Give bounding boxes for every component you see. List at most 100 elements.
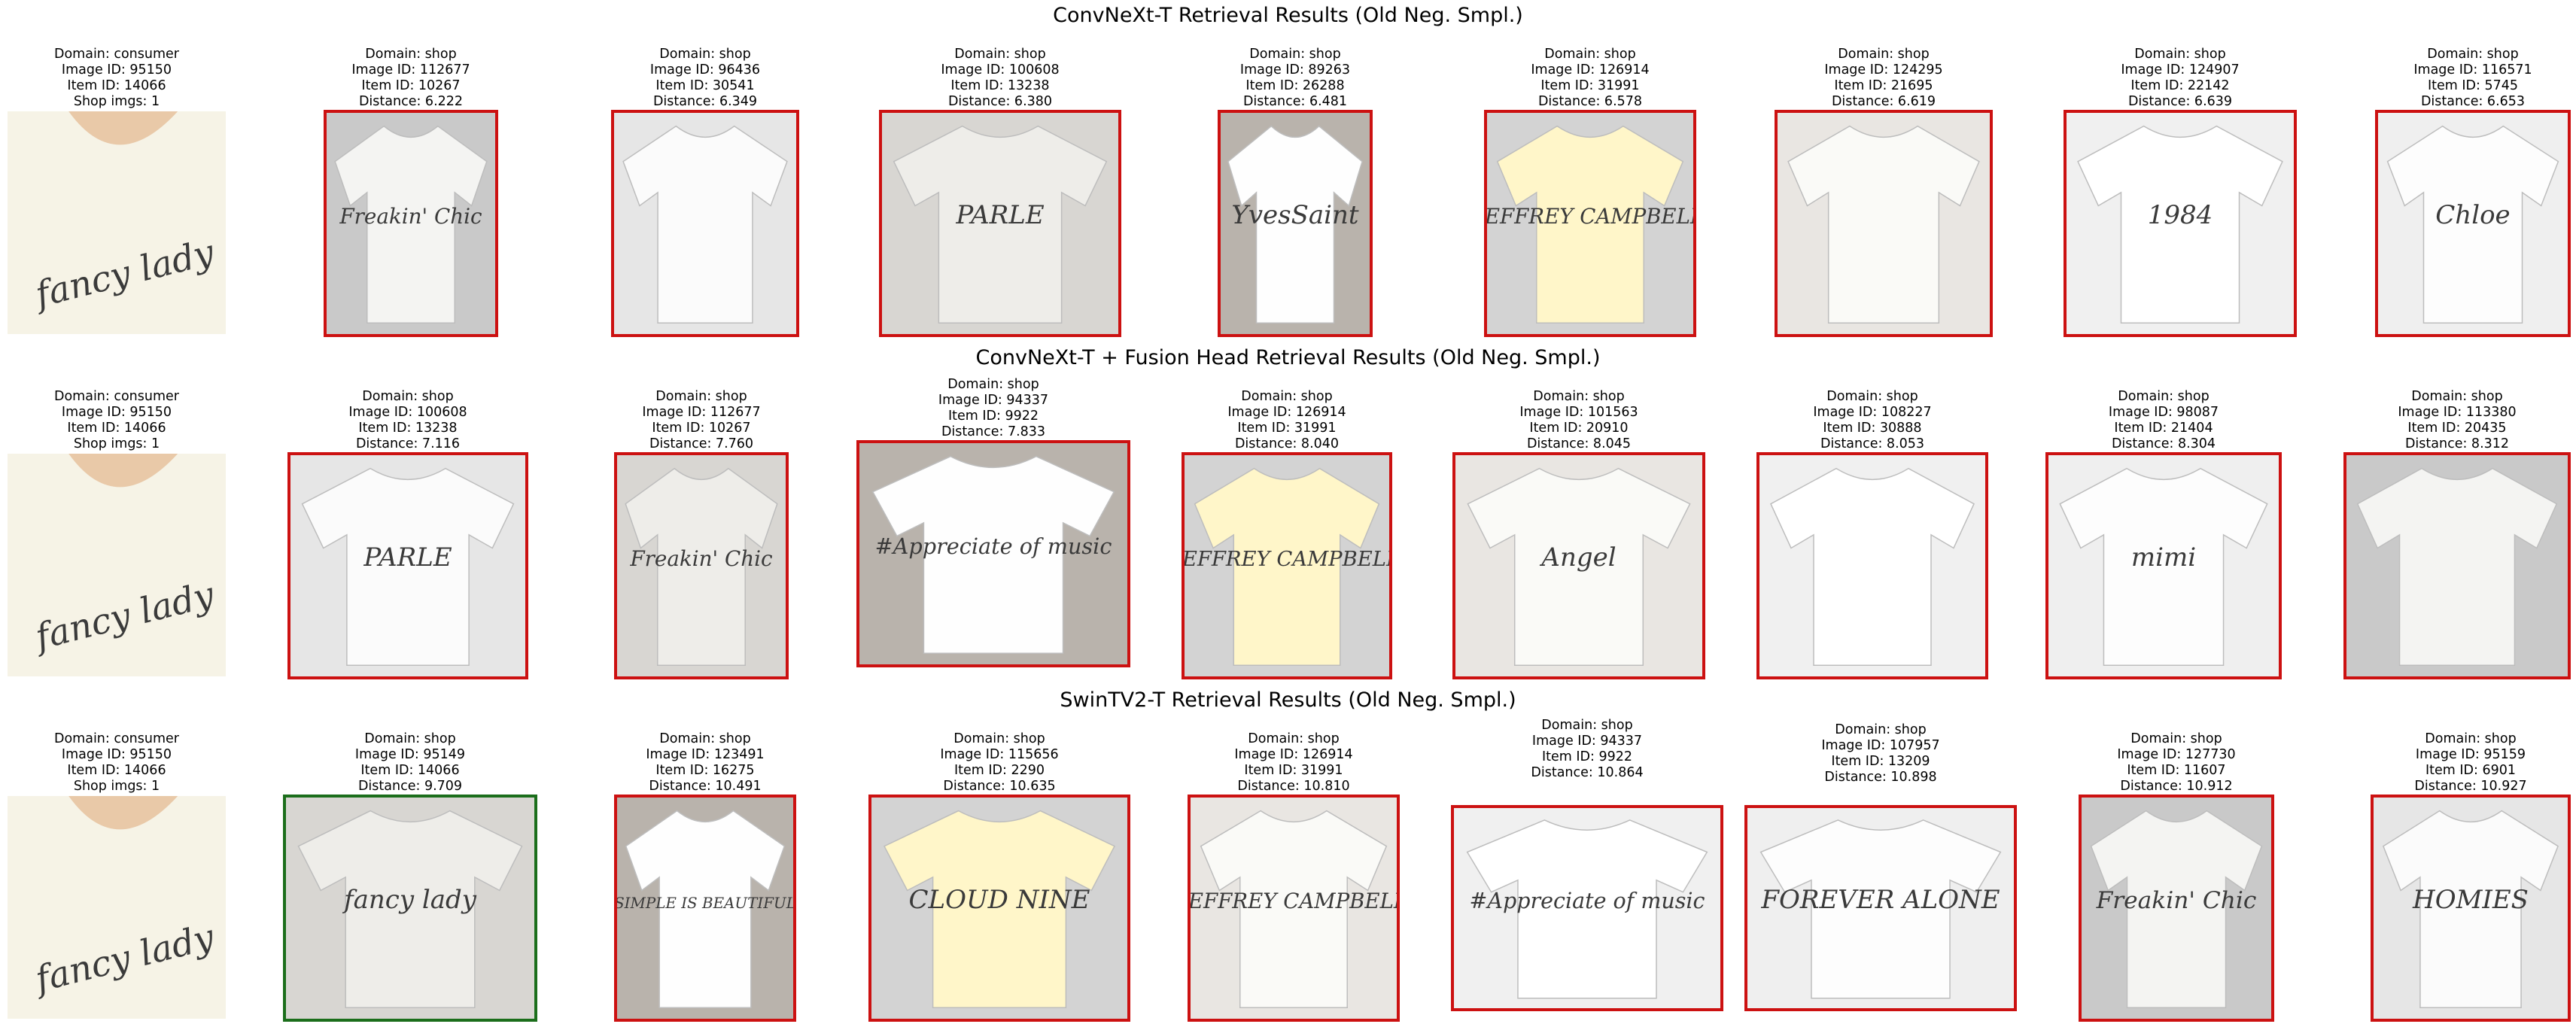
result-caption: Domain: shop Image ID: 94337 Item ID: 99… (1531, 718, 1644, 780)
result-image[interactable]: 1984 (2064, 110, 2297, 337)
photo-graphic: PARLE (882, 113, 1118, 334)
result-caption: Domain: shop Image ID: 124907 Item ID: 2… (2121, 47, 2240, 109)
photo-graphic (1778, 113, 1990, 334)
result-image[interactable]: JEFFREY CAMPBELL (1484, 110, 1696, 337)
result-caption: Domain: shop Image ID: 98087 Item ID: 21… (2108, 389, 2219, 451)
result-caption-cell: Domain: shop Image ID: 124907 Item ID: 2… (2064, 38, 2297, 110)
query-image: fancy lady (8, 111, 226, 334)
result-caption-cell: Domain: shop Image ID: 126914 Item ID: 3… (1182, 380, 1392, 452)
result-caption-cell: Domain: shop Image ID: 94337 Item ID: 99… (1451, 709, 1723, 781)
photo-graphic: SIMPLE IS BEAUTIFUL (617, 798, 793, 1019)
result-image[interactable]: JEFFREY CAMPBELL (1182, 452, 1392, 679)
shirt-print-text: JEFFREY CAMPBELL (1191, 889, 1397, 913)
result-caption-cell: Domain: shop Image ID: 116571 Item ID: 5… (2375, 38, 2571, 110)
photo-graphic: JEFFREY CAMPBELL (1487, 113, 1693, 334)
photo-graphic: YvesSaint (1221, 113, 1370, 334)
result-caption: Domain: shop Image ID: 96436 Item ID: 30… (649, 47, 761, 109)
result-image[interactable]: YvesSaint (1218, 110, 1373, 337)
result-image[interactable] (2343, 452, 2571, 679)
result-image[interactable]: HOMIES (2371, 795, 2571, 1022)
result-image[interactable]: JEFFREY CAMPBELL (1188, 795, 1400, 1022)
result-image[interactable]: CLOUD NINE (868, 795, 1130, 1022)
result-image[interactable]: Chloe (2375, 110, 2571, 337)
photo-graphic: Chloe (2378, 113, 2568, 334)
result-image[interactable]: #Appreciate of music (1451, 805, 1723, 1011)
result-caption: Domain: shop Image ID: 124295 Item ID: 2… (1824, 47, 1943, 109)
result-caption: Domain: shop Image ID: 100608 Item ID: 1… (348, 389, 467, 451)
photo-graphic: PARLE (290, 455, 525, 676)
shirt-print-text: #Appreciate of music (1469, 889, 1705, 913)
result-image[interactable]: Freakin' Chic (324, 110, 498, 337)
photo-graphic: #Appreciate of music (1454, 808, 1720, 1008)
result-caption-cell: Domain: shop Image ID: 113380 Item ID: 2… (2343, 380, 2571, 452)
photo-graphic (1759, 455, 1985, 676)
result-caption: Domain: shop Image ID: 113380 Item ID: 2… (2398, 389, 2517, 451)
photo-graphic: fancy lady (8, 454, 226, 676)
result-caption: Domain: shop Image ID: 126914 Item ID: 3… (1227, 389, 1346, 451)
photo-graphic: Angel (1455, 455, 1702, 676)
row-title: ConvNeXt-T + Fusion Head Retrieval Resul… (975, 346, 1601, 369)
result-image[interactable]: FOREVER ALONE (1744, 805, 2017, 1011)
result-caption: Domain: shop Image ID: 126914 Item ID: 3… (1531, 47, 1650, 109)
photo-graphic: Freakin' Chic (2082, 798, 2271, 1019)
result-image[interactable] (1775, 110, 1993, 337)
shirt-print-text: HOMIES (2412, 885, 2529, 915)
photo-graphic: Freakin' Chic (327, 113, 495, 334)
result-caption-cell: Domain: shop Image ID: 127730 Item ID: 1… (2079, 722, 2274, 795)
photo-graphic: fancy lady (8, 111, 226, 334)
result-caption-cell: Domain: shop Image ID: 112677 Item ID: 1… (324, 38, 498, 110)
row-title: ConvNeXt-T Retrieval Results (Old Neg. S… (1053, 4, 1523, 27)
row-title: SwinTV2-T Retrieval Results (Old Neg. Sm… (1060, 688, 1516, 712)
result-image[interactable]: Freakin' Chic (2079, 795, 2274, 1022)
result-caption-cell: Domain: shop Image ID: 100608 Item ID: 1… (879, 38, 1121, 110)
shirt-print-text: SIMPLE IS BEAUTIFUL (617, 895, 793, 912)
result-image[interactable]: PARLE (287, 452, 528, 679)
photo-graphic: fancy lady (8, 796, 226, 1019)
result-image[interactable]: #Appreciate of music (856, 440, 1130, 667)
photo-graphic: Freakin' Chic (617, 455, 786, 676)
result-caption-cell: Domain: shop Image ID: 89263 Item ID: 26… (1218, 38, 1373, 110)
shirt-print-text: PARLE (955, 200, 1044, 230)
result-caption-cell: Domain: shop Image ID: 95149 Item ID: 14… (283, 722, 537, 795)
result-image[interactable]: Freakin' Chic (614, 452, 789, 679)
result-caption: Domain: shop Image ID: 107957 Item ID: 1… (1821, 722, 1940, 785)
shirt-print-text: FOREVER ALONE (1760, 885, 2000, 915)
result-caption-cell: Domain: shop Image ID: 126914 Item ID: 3… (1484, 38, 1696, 110)
result-caption: Domain: shop Image ID: 94337 Item ID: 99… (938, 377, 1049, 439)
result-caption-cell: Domain: shop Image ID: 98087 Item ID: 21… (2045, 380, 2282, 452)
query-cell: Domain: consumer Image ID: 95150 Item ID… (8, 38, 226, 110)
result-caption-cell: Domain: shop Image ID: 94337 Item ID: 99… (856, 368, 1130, 440)
results-row: SwinTV2-T Retrieval Results (Old Neg. Sm… (0, 685, 2576, 1027)
photo-graphic (2346, 455, 2568, 676)
result-image[interactable]: Angel (1452, 452, 1705, 679)
result-caption: Domain: shop Image ID: 101563 Item ID: 2… (1519, 389, 1638, 451)
result-caption-cell: Domain: shop Image ID: 123491 Item ID: 1… (614, 722, 796, 795)
result-image[interactable]: mimi (2045, 452, 2282, 679)
result-image[interactable]: PARLE (879, 110, 1121, 337)
result-image[interactable] (1756, 452, 1988, 679)
result-caption: Domain: shop Image ID: 108227 Item ID: 3… (1813, 389, 1932, 451)
photo-graphic: FOREVER ALONE (1747, 808, 2014, 1008)
result-caption-cell: Domain: shop Image ID: 100608 Item ID: 1… (287, 380, 528, 452)
result-image[interactable]: SIMPLE IS BEAUTIFUL (614, 795, 796, 1022)
result-image[interactable]: fancy lady (283, 795, 537, 1022)
photo-graphic (614, 113, 796, 334)
photo-graphic: fancy lady (286, 798, 534, 1019)
photo-graphic: 1984 (2067, 113, 2294, 334)
shirt-print-text: fancy lady (342, 885, 477, 915)
shirt-print-text: 1984 (2148, 200, 2213, 230)
result-caption-cell: Domain: shop Image ID: 115656 Item ID: 2… (868, 722, 1130, 795)
result-caption-cell: Domain: shop Image ID: 124295 Item ID: 2… (1775, 38, 1993, 110)
result-caption: Domain: shop Image ID: 127730 Item ID: 1… (2117, 731, 2236, 794)
result-caption: Domain: shop Image ID: 123491 Item ID: 1… (646, 731, 765, 794)
photo-graphic: #Appreciate of music (859, 443, 1127, 664)
result-caption: Domain: shop Image ID: 89263 Item ID: 26… (1239, 47, 1351, 109)
query-caption: Domain: consumer Image ID: 95150 Item ID… (53, 47, 180, 109)
shirt-print-text: JEFFREY CAMPBELL (1487, 204, 1693, 229)
result-caption: Domain: shop Image ID: 126914 Item ID: 3… (1234, 731, 1353, 794)
result-image[interactable] (611, 110, 799, 337)
result-caption-cell: Domain: shop Image ID: 96436 Item ID: 30… (611, 38, 799, 110)
shirt-print-text: Freakin' Chic (339, 204, 482, 229)
result-caption: Domain: shop Image ID: 112677 Item ID: 1… (351, 47, 470, 109)
shirt-print-text: mimi (2131, 542, 2196, 573)
